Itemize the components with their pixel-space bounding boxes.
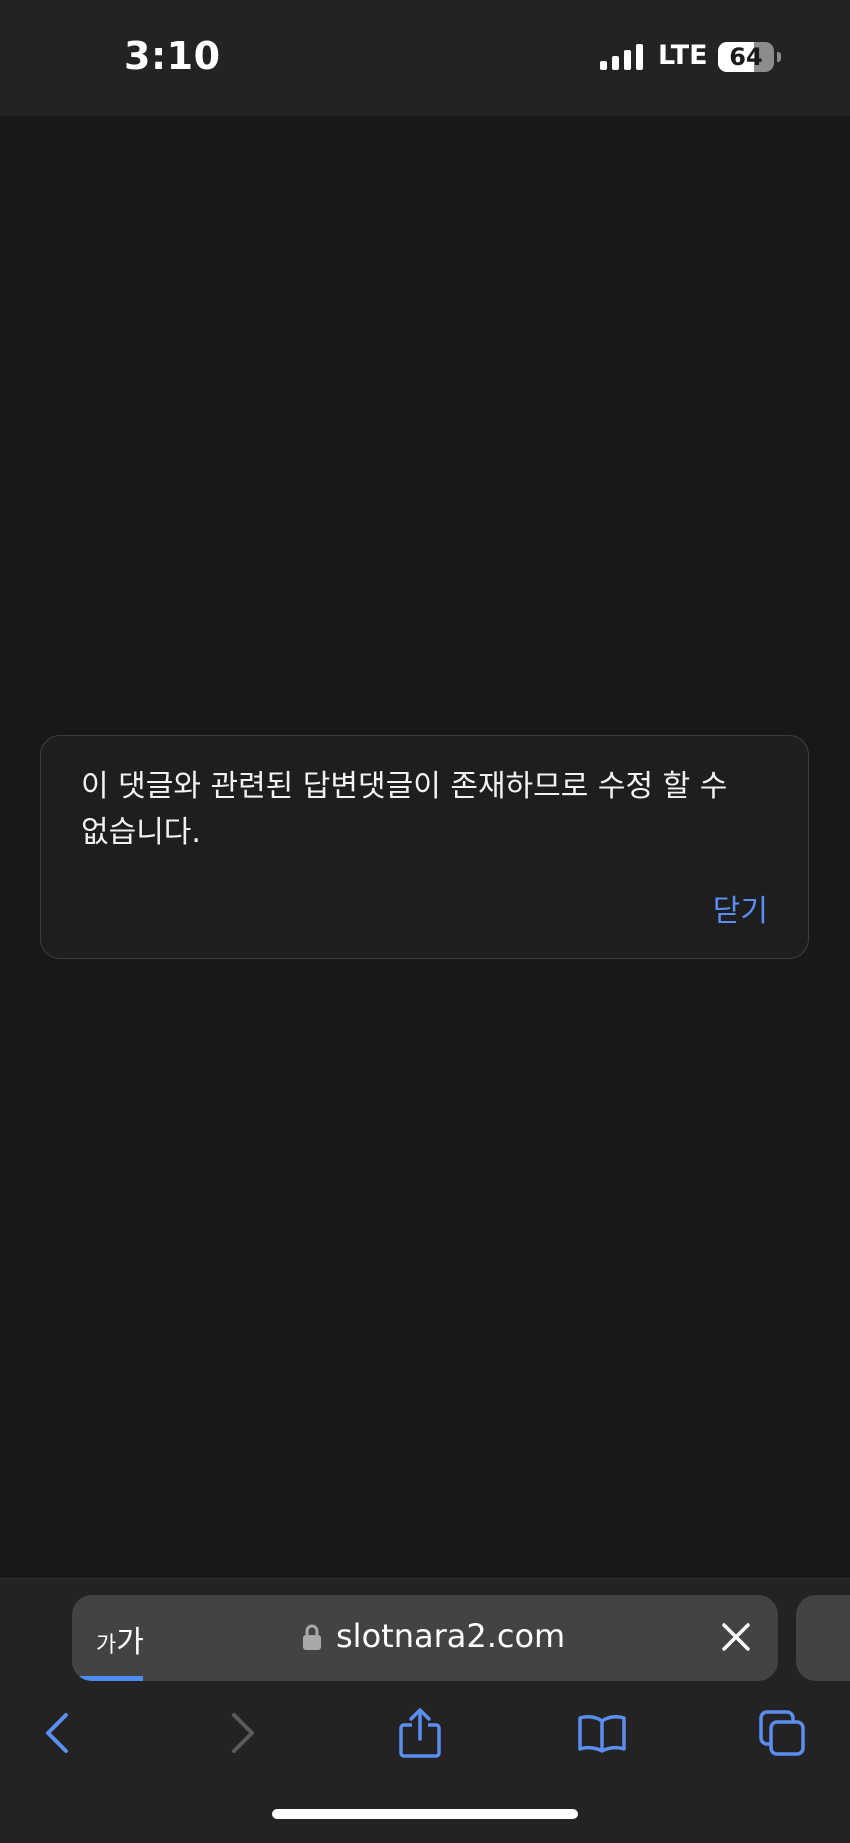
battery-icon: 64	[718, 42, 781, 72]
url-text[interactable]: slotnara2.com	[336, 1617, 565, 1655]
forward-button[interactable]	[213, 1703, 273, 1763]
bookmarks-button[interactable]	[572, 1703, 632, 1763]
text-size-large-label: 가	[116, 1625, 144, 1660]
status-time: 3:10	[124, 34, 221, 78]
chevron-left-icon	[46, 1713, 68, 1753]
chevron-right-icon	[232, 1713, 254, 1753]
network-type: LTE	[658, 40, 708, 71]
tabs-icon	[759, 1710, 805, 1756]
clear-url-icon[interactable]	[718, 1619, 754, 1655]
next-tab-preview[interactable]	[796, 1595, 850, 1681]
dialog-message: 이 댓글와 관련된 답변댓글이 존재하므로 수정 할 수 없습니다.	[81, 769, 728, 850]
text-size-small-label: 가	[96, 1633, 117, 1658]
tabs-button[interactable]	[752, 1703, 812, 1763]
browser-bottom-bar: 가가 slotnara2.com	[0, 1578, 850, 1843]
status-bar: 3:10 LTE 64	[0, 0, 850, 116]
alert-dialog: 이 댓글와 관련된 답변댓글이 존재하므로 수정 할 수 없습니다. 닫기	[40, 735, 809, 959]
share-icon	[399, 1708, 441, 1758]
home-indicator	[272, 1809, 578, 1819]
book-icon	[578, 1715, 626, 1753]
lock-icon	[303, 1624, 321, 1650]
address-bar[interactable]: 가가 slotnara2.com	[72, 1595, 778, 1681]
close-button[interactable]: 닫기	[713, 886, 768, 930]
page-load-progress	[72, 1676, 143, 1681]
cellular-signal-icon	[600, 44, 643, 70]
share-button[interactable]	[390, 1703, 450, 1763]
back-button[interactable]	[27, 1703, 87, 1763]
battery-level: 64	[729, 43, 763, 71]
text-size-button[interactable]: 가가	[96, 1617, 144, 1661]
